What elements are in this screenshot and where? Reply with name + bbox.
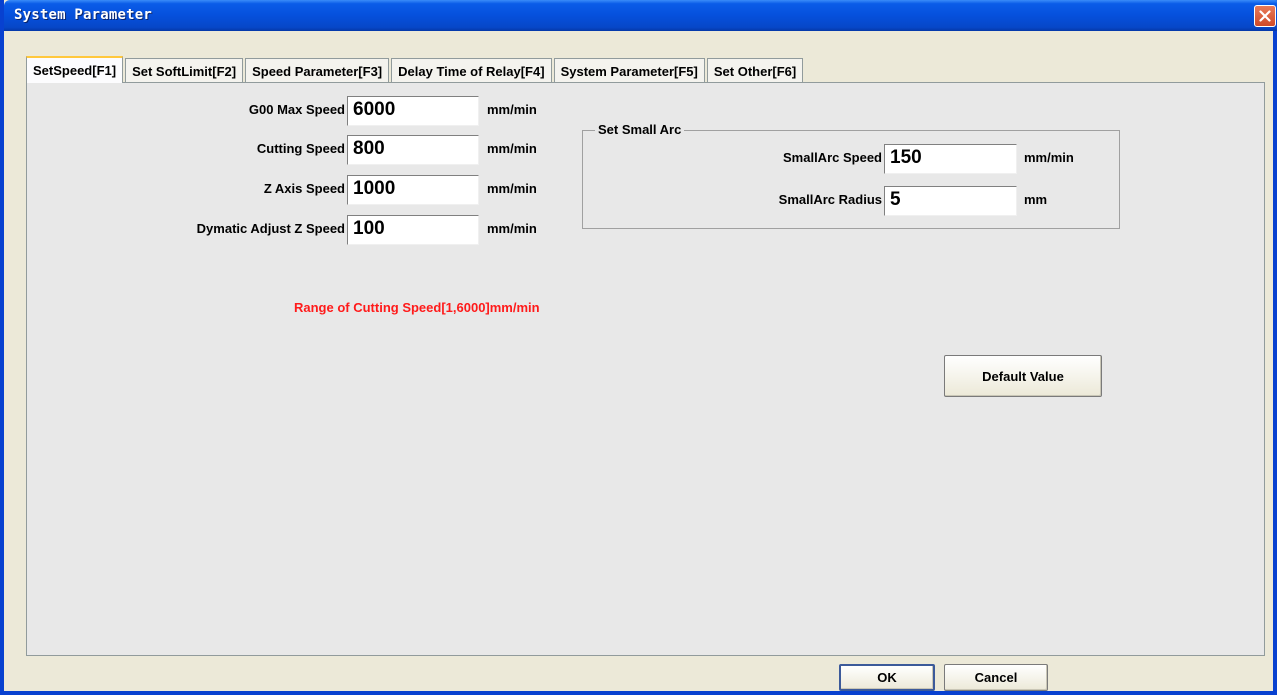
tab-setspeed[interactable]: SetSpeed[F1] [26, 56, 124, 83]
tab-delay-time-of-relay[interactable]: Delay Time of Relay[F4] [391, 58, 552, 83]
smallarc-speed-unit: mm/min [1024, 150, 1074, 165]
tab-set-other[interactable]: Set Other[F6] [706, 58, 804, 83]
cancel-button[interactable]: Cancel [944, 664, 1048, 691]
cutting-speed-label: Cutting Speed [256, 141, 345, 156]
smallarc-speed-row: SmallArc Speed 150 mm/min [583, 144, 1119, 174]
close-button[interactable] [1254, 5, 1276, 27]
tab-set-softlimit[interactable]: Set SoftLimit[F2] [125, 58, 244, 83]
small-arc-group-title: Set Small Arc [595, 122, 685, 137]
tab-strip: SetSpeed[F1] Set SoftLimit[F2] Speed Par… [26, 56, 804, 83]
cutting-speed-unit: mm/min [487, 141, 537, 156]
title-bar: System Parameter [4, 0, 1277, 31]
tab-speed-parameter[interactable]: Speed Parameter[F3] [245, 58, 390, 83]
dymatic-adjust-z-speed-label: Dymatic Adjust Z Speed [196, 221, 345, 236]
smallarc-speed-label: SmallArc Speed [783, 150, 882, 165]
smallarc-radius-label: SmallArc Radius [778, 192, 882, 207]
dymatic-adjust-z-speed-row: Dymatic Adjust Z Speed 100 mm/min [27, 215, 567, 245]
smallarc-speed-input[interactable]: 150 [884, 144, 1017, 174]
g00-max-speed-row: G00 Max Speed 6000 mm/min [27, 96, 567, 126]
cutting-speed-range-hint: Range of Cutting Speed[1,6000]mm/min [294, 300, 540, 315]
window-title: System Parameter [14, 7, 153, 23]
g00-max-speed-input[interactable]: 6000 [347, 96, 479, 126]
small-arc-groupbox: Set Small Arc SmallArc Speed 150 mm/min … [582, 122, 1120, 229]
z-axis-speed-row: Z Axis Speed 1000 mm/min [27, 175, 567, 205]
dymatic-adjust-z-speed-input[interactable]: 100 [347, 215, 479, 245]
setspeed-panel: G00 Max Speed 6000 mm/min Cutting Speed … [26, 82, 1265, 656]
g00-max-speed-label: G00 Max Speed [248, 102, 345, 117]
z-axis-speed-input[interactable]: 1000 [347, 175, 479, 205]
system-parameter-window: System Parameter SetSpeed[F1] Set SoftLi… [0, 0, 1277, 695]
z-axis-speed-unit: mm/min [487, 181, 537, 196]
ok-button[interactable]: OK [839, 664, 935, 691]
default-value-button[interactable]: Default Value [944, 355, 1102, 397]
smallarc-radius-unit: mm [1024, 192, 1048, 207]
smallarc-radius-row: SmallArc Radius 5 mm [583, 186, 1119, 216]
z-axis-speed-label: Z Axis Speed [263, 181, 345, 196]
close-icon [1259, 10, 1271, 22]
smallarc-radius-input[interactable]: 5 [884, 186, 1017, 216]
tab-system-parameter[interactable]: System Parameter[F5] [553, 58, 705, 83]
cutting-speed-input[interactable]: 800 [347, 135, 479, 165]
g00-max-speed-unit: mm/min [487, 102, 537, 117]
dymatic-adjust-z-speed-unit: mm/min [487, 221, 537, 236]
cutting-speed-row: Cutting Speed 800 mm/min [27, 135, 567, 165]
